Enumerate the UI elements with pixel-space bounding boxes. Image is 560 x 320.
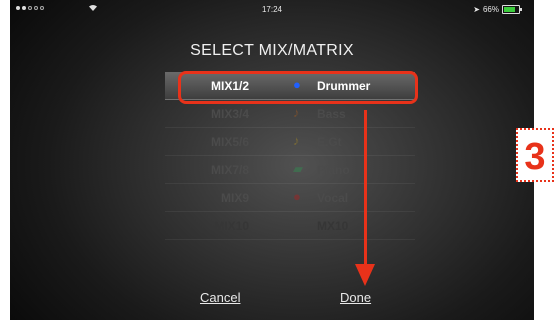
- vocal-icon: ●: [293, 189, 301, 204]
- done-button[interactable]: Done: [340, 290, 371, 305]
- piano-icon: ▰: [293, 161, 303, 176]
- picker-row[interactable]: MIX5/6 ♪ E.Gt: [165, 128, 415, 156]
- battery-icon: [502, 5, 522, 14]
- mix-label: MIX10: [214, 219, 249, 233]
- app-screen: 17:24 ➤ 66% SELECT MIX/MATRIX MIX1/2 ● Dru…: [10, 0, 534, 320]
- channel-name: Piano: [317, 163, 350, 177]
- annotation-arrow: [364, 110, 367, 270]
- electric-guitar-icon: ♪: [293, 133, 300, 148]
- step-number-badge: 3: [516, 128, 554, 182]
- channel-name: Vocal: [317, 191, 349, 205]
- picker-row[interactable]: MIX9 ● Vocal: [165, 184, 415, 212]
- status-bar: 17:24 ➤ 66%: [10, 0, 534, 22]
- mix-label: MIX5/6: [210, 135, 249, 149]
- annotation-arrow-head: [355, 264, 375, 286]
- channel-name: Bass: [317, 107, 346, 121]
- bass-guitar-icon: ♪: [293, 105, 300, 120]
- picker-row[interactable]: MIX3/4 ♪ Bass: [165, 100, 415, 128]
- battery-percentage: 66%: [482, 5, 499, 14]
- status-time: 17:24: [261, 5, 283, 14]
- page-title: SELECT MIX/MATRIX: [190, 42, 354, 59]
- mix-label: MIX7/8: [210, 163, 249, 177]
- picker-row[interactable]: MIX7/8 ▰ Piano: [165, 156, 415, 184]
- selection-highlight: [178, 71, 418, 104]
- channel-name: MX10: [317, 219, 349, 233]
- picker-row[interactable]: MIX10 MX10: [165, 212, 415, 240]
- mix-label: MIX3/4: [210, 107, 249, 121]
- location-icon: ➤: [473, 5, 480, 14]
- mix-label: MIX9: [220, 191, 249, 205]
- cancel-button[interactable]: Cancel: [200, 290, 240, 305]
- channel-name: E.Gt: [317, 135, 342, 149]
- status-right: ➤ 66%: [473, 5, 522, 14]
